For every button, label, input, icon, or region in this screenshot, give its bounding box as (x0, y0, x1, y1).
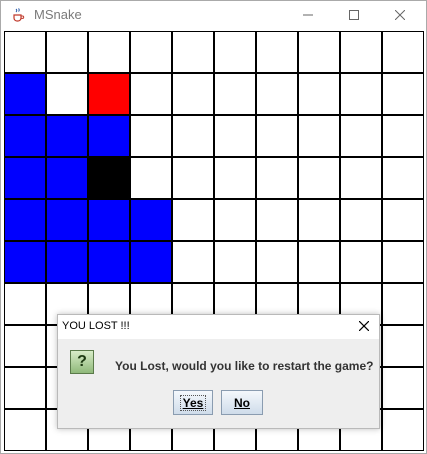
board-cell (298, 241, 340, 283)
snake-body-cell (88, 199, 130, 241)
snake-body-cell (4, 157, 46, 199)
board-cell (256, 157, 298, 199)
board-cell (214, 31, 256, 73)
dialog-close-button[interactable] (354, 317, 374, 337)
no-button-label: No (234, 395, 250, 410)
game-window: MSnake YOU LOST !!! ? You Lost, would yo… (0, 0, 427, 454)
maximize-icon (349, 7, 359, 25)
board-cell (214, 115, 256, 157)
snake-body-cell (46, 199, 88, 241)
snake-body-cell (130, 199, 172, 241)
board-cell (4, 31, 46, 73)
board-cell (214, 199, 256, 241)
board-cell (340, 115, 382, 157)
board-cell (382, 367, 424, 409)
board-cell (382, 325, 424, 367)
question-icon: ? (70, 350, 94, 374)
board-cell (256, 241, 298, 283)
board-cell (4, 325, 46, 367)
board-cell (298, 115, 340, 157)
board-cell (172, 115, 214, 157)
board-cell (130, 73, 172, 115)
snake-body-cell (4, 115, 46, 157)
board-cell (172, 31, 214, 73)
dialog-title-bar[interactable]: YOU LOST !!! (58, 315, 379, 339)
board-cell (214, 73, 256, 115)
close-icon (394, 7, 406, 25)
board-cell (298, 157, 340, 199)
window-title: MSnake (34, 7, 82, 22)
board-cell (382, 409, 424, 451)
board-cell (298, 73, 340, 115)
board-cell (382, 199, 424, 241)
board-cell (130, 115, 172, 157)
board-cell (4, 283, 46, 325)
snake-body-cell (130, 241, 172, 283)
board-cell (340, 157, 382, 199)
board-cell (214, 241, 256, 283)
board-cell (4, 367, 46, 409)
snake-body-cell (4, 199, 46, 241)
board-cell (256, 115, 298, 157)
snake-head-cell (88, 157, 130, 199)
snake-body-cell (46, 157, 88, 199)
close-icon (358, 318, 370, 336)
snake-body-cell (88, 115, 130, 157)
board-cell (88, 31, 130, 73)
board-cell (298, 199, 340, 241)
yes-button-label: Yes (179, 394, 207, 411)
board-cell (256, 73, 298, 115)
dialog-title: YOU LOST !!! (62, 320, 130, 332)
board-cell (172, 199, 214, 241)
java-cup-icon (10, 7, 26, 23)
snake-body-cell (4, 73, 46, 115)
minimize-icon (303, 7, 313, 25)
snake-body-cell (46, 241, 88, 283)
board-cell (130, 157, 172, 199)
board-cell (382, 73, 424, 115)
board-cell (256, 199, 298, 241)
board-cell (382, 283, 424, 325)
board-cell (46, 31, 88, 73)
board-cell (130, 31, 172, 73)
snake-body-cell (4, 241, 46, 283)
minimize-button[interactable] (285, 1, 331, 30)
close-button[interactable] (377, 1, 423, 30)
food-cell (88, 73, 130, 115)
board-cell (382, 115, 424, 157)
board-cell (382, 157, 424, 199)
snake-body-cell (88, 241, 130, 283)
dialog-message: You Lost, would you like to restart the … (115, 359, 374, 373)
board-cell (172, 73, 214, 115)
board-cell (214, 157, 256, 199)
board-cell (256, 31, 298, 73)
board-cell (340, 199, 382, 241)
board-cell (382, 31, 424, 73)
board-cell (172, 241, 214, 283)
board-cell (340, 31, 382, 73)
board-cell (4, 409, 46, 451)
title-bar[interactable]: MSnake (1, 1, 426, 30)
board-cell (172, 157, 214, 199)
board-cell (382, 241, 424, 283)
game-over-dialog: YOU LOST !!! ? You Lost, would you like … (57, 314, 380, 429)
board-cell (340, 241, 382, 283)
no-button[interactable]: No (221, 390, 263, 415)
board-cell (298, 31, 340, 73)
snake-body-cell (46, 115, 88, 157)
maximize-button[interactable] (331, 1, 377, 30)
board-cell (46, 73, 88, 115)
yes-button[interactable]: Yes (173, 390, 213, 415)
board-cell (340, 73, 382, 115)
